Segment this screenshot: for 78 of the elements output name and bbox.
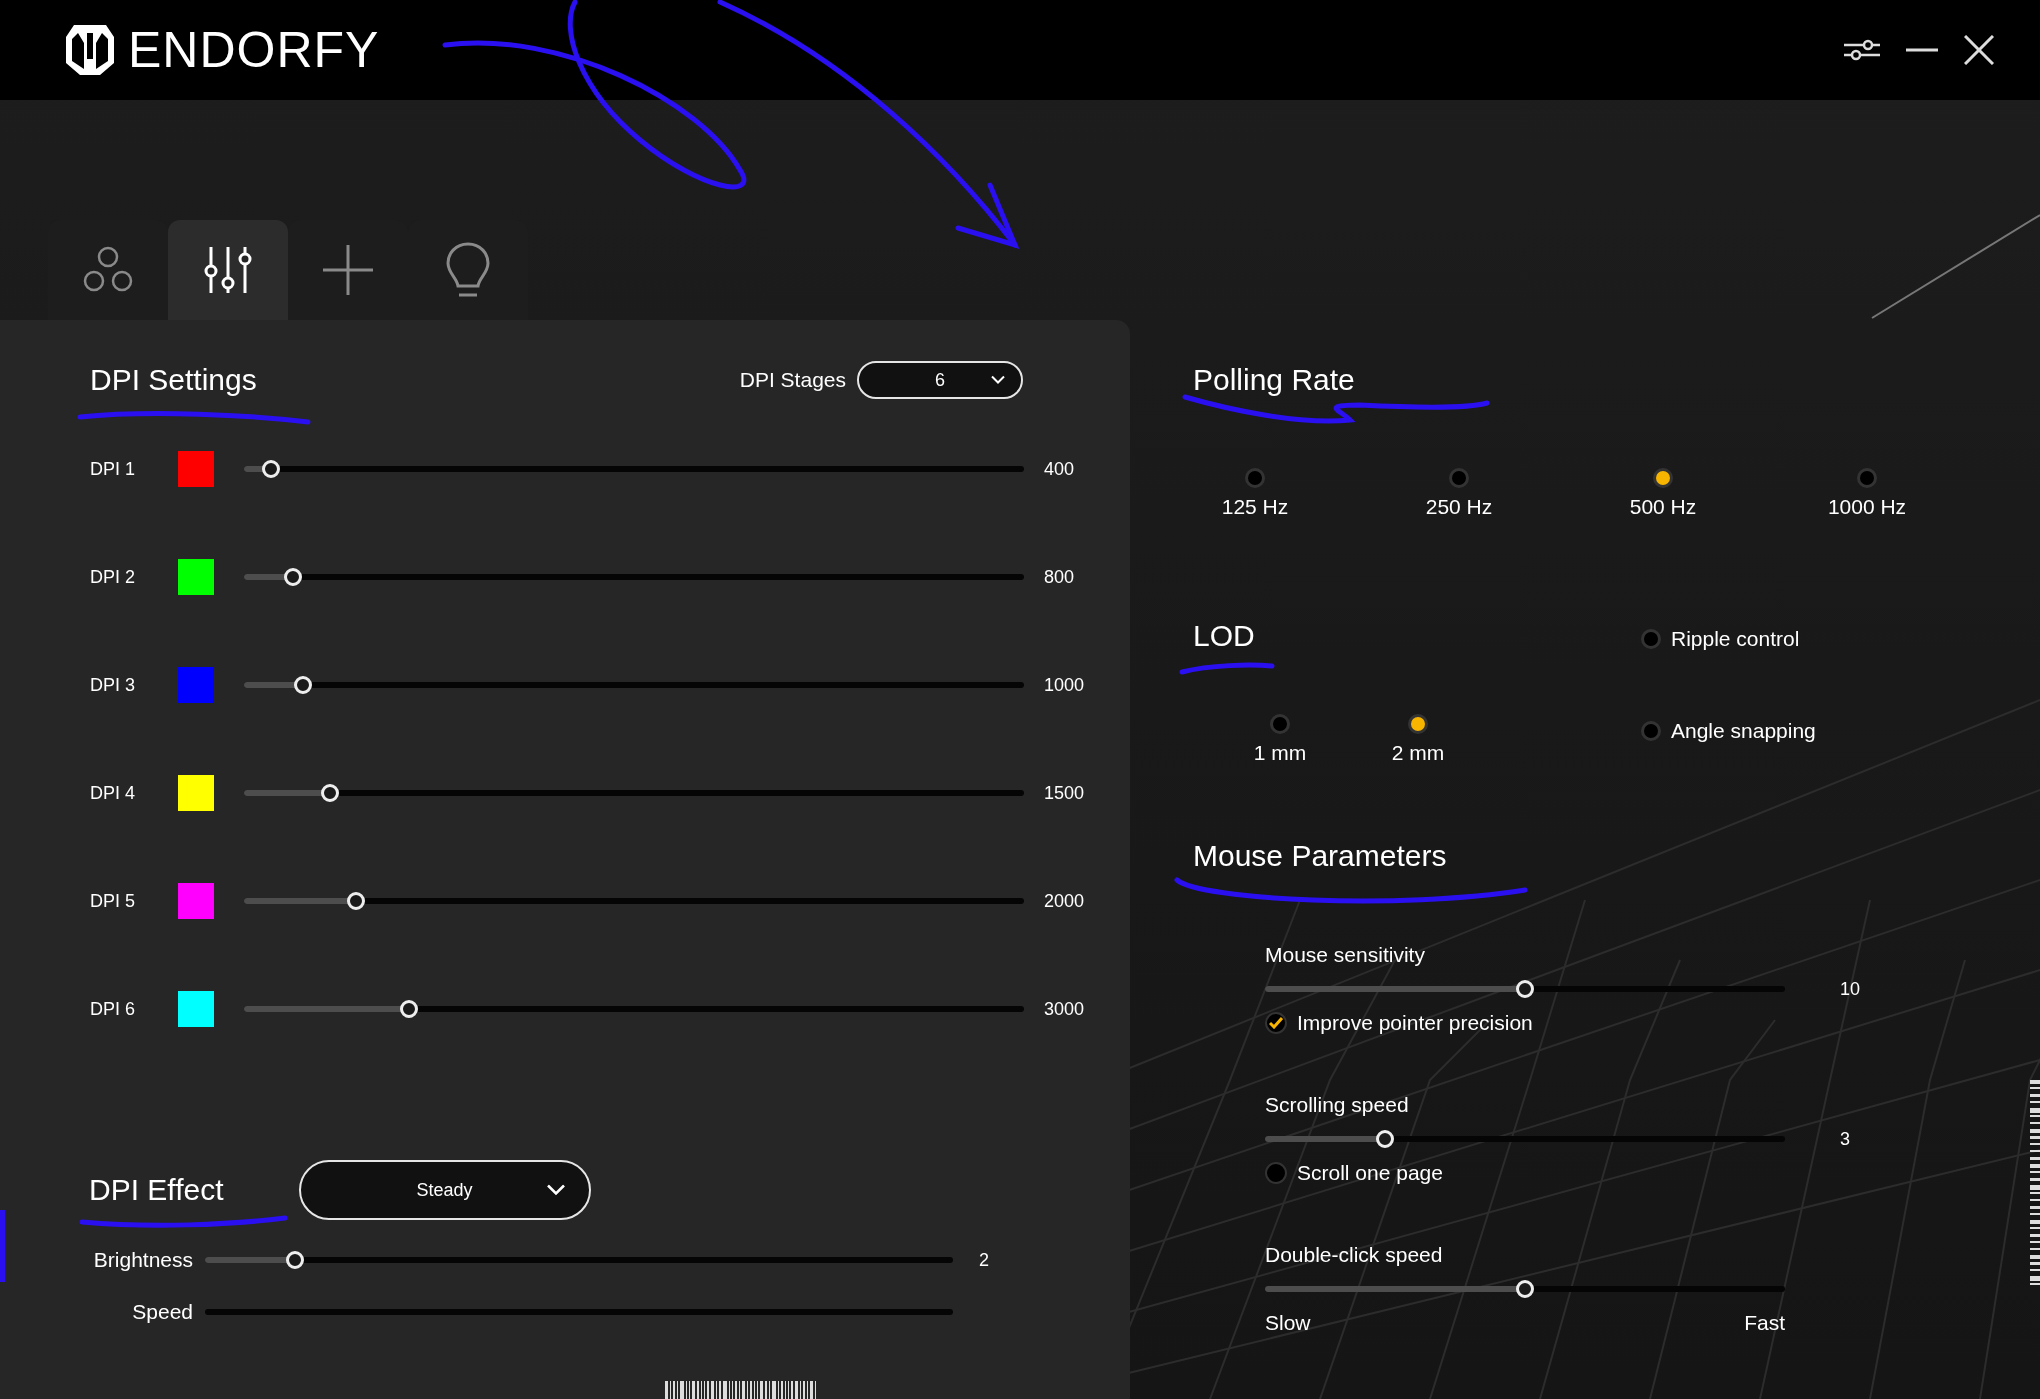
slider-thumb[interactable] xyxy=(1516,980,1534,998)
radio-button[interactable] xyxy=(1270,714,1290,734)
slider-thumb[interactable] xyxy=(1375,1130,1394,1148)
radio-button[interactable] xyxy=(1408,714,1428,734)
dpi-stage-label: DPI 1 xyxy=(90,458,137,480)
slider-max-label: Fast xyxy=(1744,1311,1785,1335)
slider-thumb[interactable] xyxy=(320,784,339,802)
logo-icon xyxy=(64,23,116,77)
radio-button[interactable] xyxy=(1245,468,1265,488)
section-title: DPI Settings xyxy=(90,363,257,397)
dpi-stages-dropdown[interactable]: 6 xyxy=(857,361,1023,399)
checkbox[interactable] xyxy=(1265,1012,1287,1034)
section-title: DPI Effect xyxy=(89,1173,224,1207)
minimize-icon xyxy=(1906,48,1938,52)
dpi-stage-label: DPI 2 xyxy=(90,566,137,588)
option-label: Improve pointer precision xyxy=(1297,1011,1533,1035)
option-label: Ripple control xyxy=(1671,627,1800,651)
close-icon xyxy=(1964,35,1994,65)
effect-dropdown[interactable]: Steady xyxy=(298,1160,591,1220)
dpi-stage-label: DPI 4 xyxy=(90,782,137,804)
option-label: Angle snapping xyxy=(1671,719,1816,743)
radio-button[interactable] xyxy=(1653,468,1673,488)
section-title: Mouse Parameters xyxy=(1193,839,1448,874)
slider-thumb[interactable] xyxy=(1516,1280,1534,1298)
radio-label: 125 Hz xyxy=(1221,495,1289,519)
dpi-value: 1500 xyxy=(1044,782,1086,804)
plus-icon xyxy=(321,243,375,297)
checkmark-icon xyxy=(1269,1017,1283,1029)
color-swatch[interactable] xyxy=(178,451,214,487)
dpi-value: 2000 xyxy=(1044,890,1086,912)
brand-name: ENDORFY xyxy=(128,21,380,79)
option-label: Scroll one page xyxy=(1297,1161,1443,1185)
dpi-value: 1000 xyxy=(1044,674,1086,696)
radio-label: 500 Hz xyxy=(1629,495,1697,519)
radio-label: 2 mm xyxy=(1391,741,1445,765)
slider-label: Speed xyxy=(131,1300,193,1324)
slider-label: Double-click speed xyxy=(1265,1243,1444,1267)
color-swatch[interactable] xyxy=(178,883,214,919)
slider-thumb[interactable] xyxy=(293,676,312,694)
slider-thumb[interactable] xyxy=(347,892,366,910)
radio-button[interactable] xyxy=(1857,468,1877,488)
caret-icon xyxy=(991,375,1005,385)
slider-min-label: Slow xyxy=(1265,1311,1311,1335)
toggle-radio[interactable] xyxy=(1641,721,1661,741)
radio-label: 1000 Hz xyxy=(1827,495,1907,519)
tab[interactable] xyxy=(168,220,288,320)
radio-button[interactable] xyxy=(1449,468,1469,488)
color-swatch[interactable] xyxy=(178,559,214,595)
slider-label: Mouse sensitivity xyxy=(1265,943,1426,967)
radio-label: 1 mm xyxy=(1253,741,1307,765)
toggle-radio[interactable] xyxy=(1641,629,1661,649)
slider-thumb[interactable] xyxy=(284,568,303,586)
slider-label: Brightness xyxy=(92,1248,193,1272)
sliders-icon xyxy=(1844,38,1880,62)
slider-thumb[interactable] xyxy=(285,1251,304,1269)
dpi-value: 800 xyxy=(1044,566,1076,588)
dpi-stage-label: DPI 3 xyxy=(90,674,137,696)
dpi-stages-label: DPI Stages xyxy=(739,368,846,392)
slider-value: 2 xyxy=(979,1249,989,1271)
radio-label: 250 Hz xyxy=(1425,495,1493,519)
color-swatch[interactable] xyxy=(178,991,214,1027)
accent-bar xyxy=(0,1210,5,1282)
color-swatch[interactable] xyxy=(178,667,214,703)
slider-value: 10 xyxy=(1840,978,1861,1000)
section-title: Polling Rate xyxy=(1193,363,1356,398)
lightbulb-icon xyxy=(445,241,491,299)
dpi-stage-label: DPI 6 xyxy=(90,998,137,1020)
slider-label: Scrolling speed xyxy=(1265,1093,1410,1117)
slider-thumb[interactable] xyxy=(262,460,281,478)
slider-thumb[interactable] xyxy=(400,1000,419,1018)
dpi-value: 3000 xyxy=(1044,998,1086,1020)
slider-value: 3 xyxy=(1840,1128,1850,1150)
dpi-stage-label: DPI 5 xyxy=(90,890,137,912)
caret-icon xyxy=(546,1184,565,1196)
dpi-value: 400 xyxy=(1044,458,1076,480)
color-swatch[interactable] xyxy=(178,775,214,811)
checkbox[interactable] xyxy=(1265,1162,1287,1184)
section-title: LOD xyxy=(1193,619,1256,654)
